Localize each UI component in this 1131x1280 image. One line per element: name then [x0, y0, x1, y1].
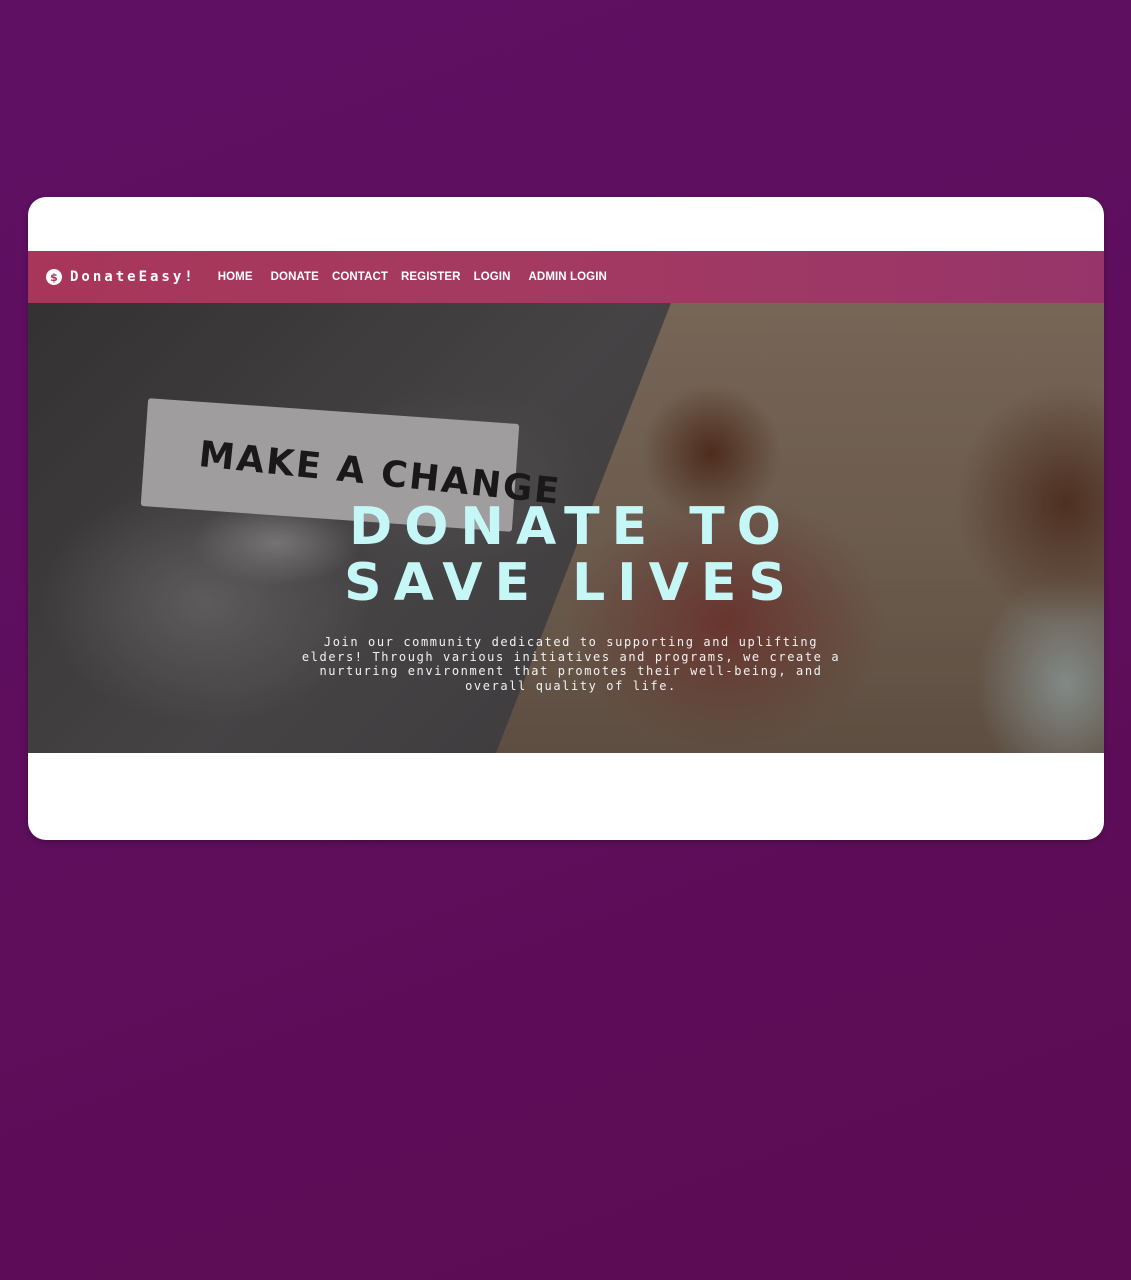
navbar: $ DonateEasy! HOME DONATE CONTACT REGIST…: [28, 251, 1104, 303]
hero-title-line1: DONATE TO: [349, 497, 793, 557]
hero-title: DONATE TO SAVE LIVES: [296, 499, 846, 611]
website: $ DonateEasy! HOME DONATE CONTACT REGIST…: [28, 251, 1104, 753]
brand-logo[interactable]: $ DonateEasy!: [46, 269, 196, 285]
dollar-icon: $: [46, 269, 62, 285]
nav-home-link[interactable]: HOME: [218, 271, 253, 283]
screenshot-card: $ DonateEasy! HOME DONATE CONTACT REGIST…: [28, 197, 1104, 840]
nav-donate-link[interactable]: DONATE: [271, 271, 319, 283]
hero-content: DONATE TO SAVE LIVES Join our community …: [28, 303, 1104, 753]
nav-register-link[interactable]: REGISTER: [401, 271, 461, 283]
hero-title-line2: SAVE LIVES: [344, 553, 798, 613]
nav-login-link[interactable]: LOGIN: [474, 271, 511, 283]
nav-admin-login-link[interactable]: ADMIN LOGIN: [529, 271, 607, 283]
brand-name: DonateEasy!: [70, 269, 196, 285]
hero-description: Join our community dedicated to supporti…: [301, 635, 841, 693]
nav-links: HOME DONATE CONTACT REGISTER LOGIN ADMIN…: [218, 271, 620, 283]
hero-section: MAKE A CHANGE DONATE TO SAVE LIVES Join …: [28, 303, 1104, 753]
nav-contact-link[interactable]: CONTACT: [332, 271, 388, 283]
